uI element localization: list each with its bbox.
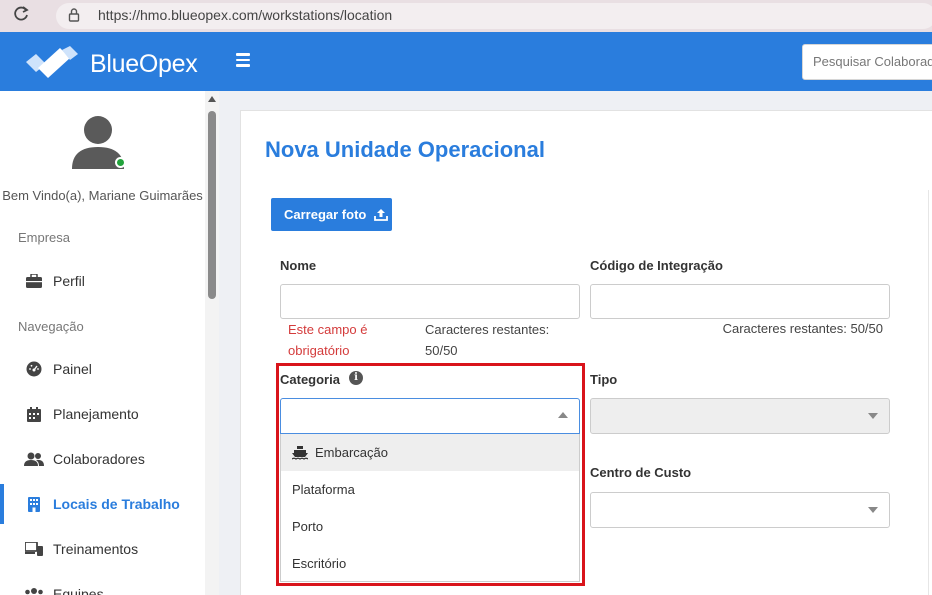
url-text: https://hmo.blueopex.com/workstations/lo…: [98, 7, 393, 23]
name-label: Nome: [280, 258, 317, 273]
calendar-icon: [24, 405, 44, 423]
dashboard-icon: [24, 360, 44, 378]
scroll-up-arrow-icon[interactable]: [208, 96, 216, 102]
chevron-down-icon[interactable]: [868, 507, 878, 513]
name-input[interactable]: [280, 284, 580, 319]
sidebar-item-treinamentos[interactable]: Treinamentos: [0, 529, 205, 569]
code-remaining-chars: Caracteres restantes: 50/50: [722, 321, 883, 336]
sidebar-item-label: Painel: [53, 361, 92, 377]
welcome-text: Bem Vindo(a), Mariane Guimarães: [2, 188, 203, 203]
type-label: Tipo: [590, 372, 618, 387]
type-select: [590, 398, 890, 434]
section-label-company: Empresa: [18, 230, 71, 245]
column-divider: [928, 190, 929, 595]
sidebar-item-label: Colaboradores: [53, 451, 145, 467]
app-header: BlueOpex Pesquisar Colaboradores: [0, 32, 932, 91]
name-remaining-chars: Caracteres restantes: 50/50: [425, 322, 550, 358]
content-gutter: [219, 91, 240, 595]
search-input[interactable]: Pesquisar Colaboradores: [802, 44, 932, 80]
sidebar-item-label: Locais de Trabalho: [53, 496, 180, 512]
chevron-down-icon: [868, 413, 878, 419]
brand-logo-icon[interactable]: [26, 46, 78, 78]
sidebar-item-locais-de-trabalho[interactable]: Locais de Trabalho: [0, 484, 205, 524]
sidebar-item-perfil[interactable]: Perfil: [0, 261, 205, 301]
building-icon: [24, 495, 44, 513]
online-status-dot: [115, 157, 126, 168]
integration-code-input[interactable]: [590, 284, 890, 319]
sidebar-item-colaboradores[interactable]: Colaboradores: [0, 439, 205, 479]
cost-center-label: Centro de Custo: [590, 465, 692, 480]
menu-toggle-icon[interactable]: [236, 53, 252, 67]
annotation-highlight-box: [276, 363, 585, 586]
cost-center-select[interactable]: [590, 492, 890, 528]
sidebar-item-painel[interactable]: Painel: [0, 349, 205, 389]
sidebar-item-label: Perfil: [53, 273, 85, 289]
sidebar-item-equipes[interactable]: Equipes: [0, 574, 205, 595]
brand-name[interactable]: BlueOpex: [90, 50, 198, 79]
sidebar-item-label: Treinamentos: [53, 541, 139, 557]
browser-bar: https://hmo.blueopex.com/workstations/lo…: [0, 0, 932, 32]
reload-icon[interactable]: [10, 5, 32, 27]
section-label-navigation: Navegação: [18, 319, 84, 334]
sidebar: Bem Vindo(a), Mariane Guimarães Empresa …: [0, 91, 205, 595]
team-icon: [24, 585, 44, 595]
laptop-icon: [24, 540, 44, 558]
users-icon: [24, 450, 44, 468]
sidebar-item-planejamento[interactable]: Planejamento: [0, 394, 205, 434]
briefcase-icon: [24, 272, 44, 290]
upload-icon: [374, 209, 389, 221]
sidebar-scrollbar[interactable]: [205, 91, 219, 595]
page-title: Nova Unidade Operacional: [265, 137, 545, 162]
name-error-text: Este campo é obrigatório: [288, 322, 368, 358]
scrollbar-thumb[interactable]: [208, 111, 216, 299]
integration-code-label: Código de Integração: [590, 258, 723, 273]
upload-photo-label: Carregar foto: [284, 207, 367, 222]
sidebar-item-label: Planejamento: [53, 406, 139, 422]
sidebar-item-label: Equipes: [53, 586, 104, 595]
site-info-icon[interactable]: [68, 7, 80, 23]
upload-photo-button[interactable]: Carregar foto: [271, 198, 392, 231]
